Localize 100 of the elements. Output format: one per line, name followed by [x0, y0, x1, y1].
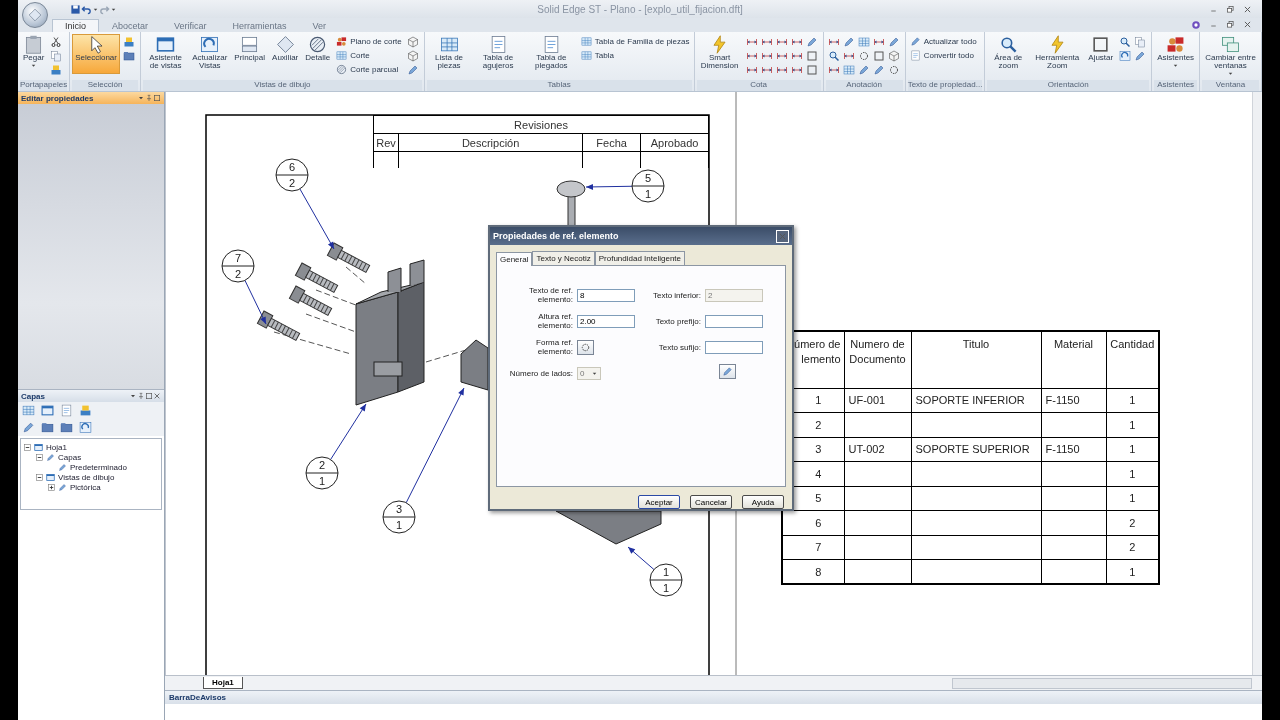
cube-icon[interactable]: [406, 50, 419, 62]
pencil-icon[interactable]: [887, 36, 900, 48]
help-icon[interactable]: [1191, 20, 1201, 30]
square-icon[interactable]: [805, 64, 818, 76]
dimension-icon[interactable]: [760, 36, 773, 48]
copy-icon[interactable]: [50, 50, 63, 62]
dimension-icon[interactable]: [827, 64, 840, 76]
square-icon[interactable]: [145, 392, 153, 400]
dimension-icon[interactable]: [790, 36, 803, 48]
dialog-tab[interactable]: Profundidad Inteligente: [594, 251, 685, 265]
ribbon-tab[interactable]: Herramientas: [219, 19, 300, 32]
ribbon-button[interactable]: Tabla de agujeros: [472, 34, 524, 74]
dimension-icon[interactable]: [760, 64, 773, 76]
ribbon-button[interactable]: Herramienta Zoom: [1030, 34, 1085, 74]
dialog-button[interactable]: Ayuda: [742, 495, 784, 509]
dimension-icon[interactable]: [745, 64, 758, 76]
dimension-icon[interactable]: [790, 64, 803, 76]
pencil-icon[interactable]: [842, 36, 855, 48]
close-icon[interactable]: [1243, 4, 1252, 14]
pencil-icon[interactable]: [406, 64, 419, 76]
square-icon[interactable]: [872, 50, 885, 62]
pencil-icon[interactable]: [805, 36, 818, 48]
ribbon-button[interactable]: Principal: [231, 34, 269, 74]
restore-icon[interactable]: [1226, 4, 1235, 14]
restore-icon[interactable]: [1226, 20, 1235, 29]
cube-icon[interactable]: [406, 36, 419, 48]
circle-icon[interactable]: [887, 64, 900, 76]
ribbon-button[interactable]: Ajustar: [1085, 34, 1117, 74]
magnifier-icon[interactable]: [1119, 36, 1132, 48]
pencil-icon[interactable]: [22, 421, 35, 434]
ribbon-button[interactable]: Cambiar entre ventanas: [1202, 34, 1259, 78]
ribbon-button[interactable]: Asistente de vistas: [142, 34, 189, 74]
ribbon-button[interactable]: Detalle: [302, 34, 334, 74]
ribbon-button[interactable]: Smart Dimension: [696, 34, 743, 74]
tree-item[interactable]: Hoja1: [46, 442, 67, 452]
window-icon[interactable]: [41, 404, 54, 417]
pin-icon[interactable]: [145, 94, 153, 102]
ribbon-button[interactable]: Tabla de Familia de piezas: [580, 35, 690, 47]
dialog-button[interactable]: Aceptar: [638, 495, 680, 509]
dimension-icon[interactable]: [760, 50, 773, 62]
plus-icon[interactable]: [48, 483, 55, 491]
ribbon-tab[interactable]: Verificar: [161, 19, 220, 32]
ribbon-tab[interactable]: Abocetar: [99, 19, 162, 32]
folder-icon[interactable]: [41, 421, 54, 434]
square-icon[interactable]: [153, 94, 161, 102]
sheet-tab[interactable]: Hoja1: [203, 677, 243, 689]
save-icon[interactable]: [70, 3, 81, 15]
minus-icon[interactable]: [36, 453, 43, 461]
ribbon-button[interactable]: Plano de corte: [336, 35, 402, 47]
dimension-icon[interactable]: [775, 64, 788, 76]
text-field[interactable]: 8: [577, 288, 635, 302]
refresh-icon[interactable]: [1119, 50, 1132, 62]
text-field[interactable]: [705, 314, 763, 328]
dimension-icon[interactable]: [745, 50, 758, 62]
dimension-icon[interactable]: [775, 50, 788, 62]
shape-button[interactable]: [577, 339, 594, 355]
dimension-icon[interactable]: [827, 36, 840, 48]
pin-icon[interactable]: [137, 392, 145, 400]
dialog-button[interactable]: Cancelar: [690, 495, 732, 509]
cube-icon[interactable]: [887, 50, 900, 62]
tree-item[interactable]: Pictórica: [70, 482, 101, 492]
ribbon-button[interactable]: Área de zoom: [987, 34, 1030, 74]
caret-icon[interactable]: [129, 392, 137, 400]
ribbon-button[interactable]: Actualizar Vistas: [189, 34, 231, 74]
minus-icon[interactable]: [24, 443, 31, 451]
minus-icon[interactable]: [36, 473, 43, 481]
dimension-icon[interactable]: [842, 50, 855, 62]
pencil-icon[interactable]: [1134, 50, 1147, 62]
ribbon-button[interactable]: Actualizar todo: [909, 35, 977, 47]
table-icon[interactable]: [857, 36, 870, 48]
ribbon-button[interactable]: Convertir todo: [909, 49, 977, 61]
text-field[interactable]: [705, 340, 763, 354]
ribbon-button[interactable]: Pegar: [20, 34, 48, 74]
font-button[interactable]: [719, 364, 736, 379]
ribbon-button[interactable]: Seleccionar: [72, 34, 120, 74]
text-field[interactable]: 2.00: [577, 314, 635, 328]
tree-item[interactable]: Predeterminado: [70, 462, 127, 472]
vertical-scrollbar[interactable]: [1252, 92, 1262, 675]
dialog-tab[interactable]: General: [496, 252, 533, 266]
horizontal-scrollbar[interactable]: [952, 677, 1252, 689]
close-button[interactable]: [776, 229, 789, 243]
close-icon[interactable]: [1243, 20, 1252, 29]
refresh-icon[interactable]: [79, 421, 92, 434]
ribbon-tab[interactable]: Ver: [299, 19, 340, 32]
ribbon-button[interactable]: Corte parcual: [336, 63, 402, 75]
scissors-icon[interactable]: [50, 36, 63, 48]
ribbon-button[interactable]: Lista de piezas: [426, 34, 472, 74]
dimension-icon[interactable]: [775, 36, 788, 48]
ribbon-button[interactable]: Asistentes: [1154, 34, 1198, 74]
table-icon[interactable]: [22, 404, 35, 417]
ribbon-button[interactable]: Tabla: [580, 49, 690, 61]
dialog-tab[interactable]: Texto y Necotiz: [532, 251, 595, 265]
ribbon-button[interactable]: Tabla de plegados: [524, 34, 578, 74]
folder-icon[interactable]: [122, 50, 135, 62]
tree-item[interactable]: Capas: [58, 452, 82, 462]
close-icon[interactable]: [153, 392, 161, 400]
ribbon-tab[interactable]: Inicio: [52, 19, 99, 32]
magnifier-icon[interactable]: [827, 50, 840, 62]
tree-item[interactable]: Vistas de dibujo: [58, 472, 115, 482]
pencil-icon[interactable]: [872, 64, 885, 76]
